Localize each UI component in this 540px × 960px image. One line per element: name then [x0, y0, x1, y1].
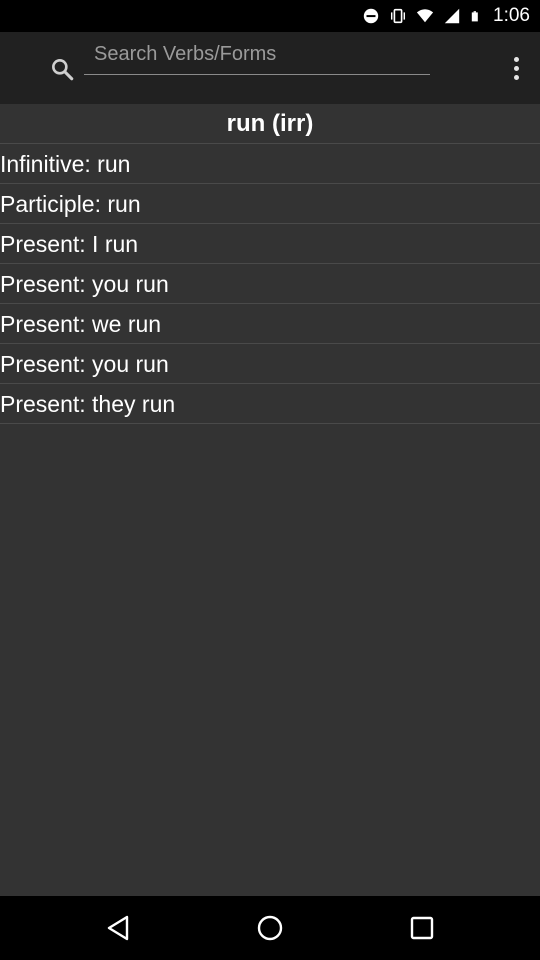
menu-dot [513, 74, 519, 80]
list-item[interactable]: Present: they run [0, 384, 540, 424]
search-icon [52, 59, 74, 81]
verb-title: run (irr) [0, 104, 540, 144]
status-time: 1:06 [493, 5, 530, 26]
status-icons: 1:06 [362, 0, 530, 32]
list-item[interactable]: Present: you run [0, 344, 540, 384]
minus-circle-icon [363, 8, 379, 24]
navigation-bar [0, 896, 540, 960]
list-item[interactable]: Present: I run [0, 224, 540, 264]
back-icon [107, 915, 129, 941]
list-item[interactable]: Present: we run [0, 304, 540, 344]
home-button[interactable] [250, 908, 290, 948]
wifi-icon [416, 9, 434, 23]
list-item[interactable]: Present: you run [0, 264, 540, 304]
menu-dot [513, 56, 519, 62]
status-bar: 1:06 [0, 0, 540, 32]
menu-dot [513, 65, 519, 71]
conjugation-panel: run (irr) Infinitive: run Participle: ru… [0, 104, 540, 896]
list-item[interactable]: Participle: run [0, 184, 540, 224]
vibrate-icon [390, 8, 406, 24]
list-item[interactable]: Infinitive: run [0, 144, 540, 184]
recents-icon [410, 916, 434, 940]
app-bar [0, 32, 540, 104]
battery-icon [471, 11, 478, 22]
signal-icon [444, 8, 460, 24]
overflow-menu-icon[interactable] [508, 50, 524, 86]
search-input[interactable] [84, 35, 430, 75]
recents-button[interactable] [402, 908, 442, 948]
back-button[interactable] [98, 908, 138, 948]
home-icon [257, 915, 283, 941]
